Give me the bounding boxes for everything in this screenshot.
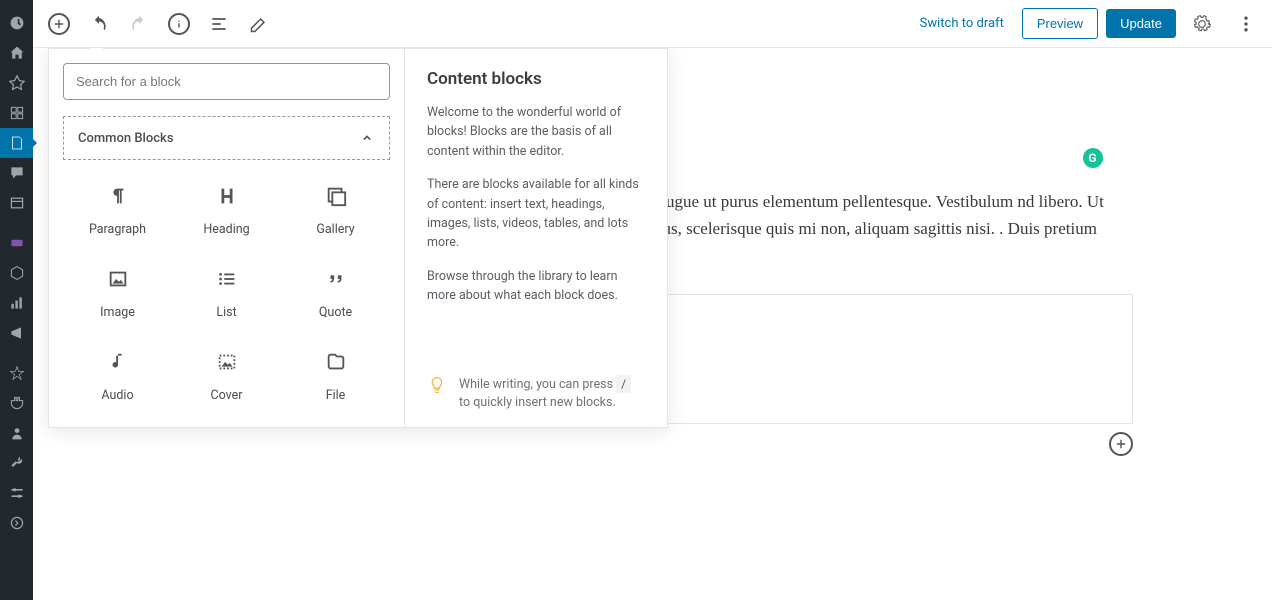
preview-button[interactable]: Preview: [1022, 8, 1098, 39]
block-inserter-popover: Common Blocks Paragraph Heading: [48, 48, 668, 428]
block-image[interactable]: Image: [63, 251, 172, 334]
nav-home[interactable]: [0, 38, 33, 68]
category-common-blocks[interactable]: Common Blocks: [63, 116, 390, 160]
block-search-input[interactable]: [63, 63, 390, 100]
more-button[interactable]: [1228, 6, 1264, 42]
update-button[interactable]: Update: [1106, 9, 1176, 38]
inserter-tip: While writing, you can press / to quickl…: [427, 375, 645, 414]
inserter-info-title: Content blocks: [427, 69, 645, 89]
nav-marketing[interactable]: [0, 318, 33, 348]
block-gallery[interactable]: Gallery: [281, 168, 390, 251]
heading-icon: [216, 184, 238, 208]
nav-analytics[interactable]: [0, 288, 33, 318]
nav-dashboard[interactable]: [0, 8, 33, 38]
audio-icon: [107, 350, 129, 374]
nav-pages[interactable]: [0, 128, 33, 158]
block-file[interactable]: File: [281, 334, 390, 413]
file-icon: [325, 350, 347, 374]
paragraph-icon: [107, 184, 129, 208]
nav-media[interactable]: [0, 98, 33, 128]
add-block-after-button[interactable]: [1109, 432, 1133, 456]
edit-button[interactable]: [241, 6, 277, 42]
editor-canvas: G agna metus, dignissim egestas est dapi…: [33, 48, 1272, 600]
outline-button[interactable]: [201, 6, 237, 42]
lightbulb-icon: [427, 375, 447, 399]
image-icon: [107, 267, 129, 291]
inserter-info-p3: Browse through the library to learn more…: [427, 267, 645, 306]
nav-users[interactable]: [0, 418, 33, 448]
block-quote[interactable]: Quote: [281, 251, 390, 334]
quote-icon: [325, 267, 347, 291]
nav-plugins[interactable]: [0, 388, 33, 418]
block-paragraph[interactable]: Paragraph: [63, 168, 172, 251]
redo-button: [121, 6, 157, 42]
nav-feedback[interactable]: [0, 188, 33, 218]
admin-sidebar: [0, 0, 33, 600]
switch-to-draft-link[interactable]: Switch to draft: [910, 16, 1014, 31]
nav-products[interactable]: [0, 258, 33, 288]
nav-comments[interactable]: [0, 158, 33, 188]
cover-icon: [216, 350, 238, 374]
slash-key: /: [616, 375, 631, 393]
add-block-button[interactable]: [48, 13, 70, 35]
nav-appearance[interactable]: [0, 358, 33, 388]
inserter-info-p2: There are blocks available for all kinds…: [427, 175, 645, 253]
block-list[interactable]: List: [172, 251, 281, 334]
nav-woo[interactable]: [0, 228, 33, 258]
list-icon: [216, 267, 238, 291]
nav-tools[interactable]: [0, 448, 33, 478]
block-audio[interactable]: Audio: [63, 334, 172, 413]
nav-collapse[interactable]: [0, 508, 33, 538]
inserter-info-p1: Welcome to the wonderful world of blocks…: [427, 103, 645, 161]
settings-button[interactable]: [1184, 6, 1220, 42]
editor-toolbar: Switch to draft Preview Update: [33, 0, 1272, 48]
block-heading[interactable]: Heading: [172, 168, 281, 251]
undo-button[interactable]: [81, 6, 117, 42]
info-button[interactable]: [168, 13, 190, 35]
category-label: Common Blocks: [78, 131, 174, 146]
block-cover[interactable]: Cover: [172, 334, 281, 413]
grammarly-badge[interactable]: G: [1083, 148, 1103, 168]
nav-posts[interactable]: [0, 68, 33, 98]
gallery-icon: [325, 184, 347, 208]
chevron-up-icon: [359, 130, 375, 146]
nav-settings[interactable]: [0, 478, 33, 508]
